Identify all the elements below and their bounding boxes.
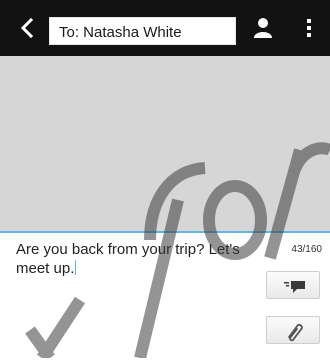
message-text: Are you back from your trip? Let's meet … — [16, 241, 240, 277]
send-button[interactable] — [266, 271, 320, 299]
send-message-icon — [284, 281, 305, 293]
conversation-area — [0, 56, 330, 231]
attach-button[interactable] — [266, 316, 320, 344]
top-bar: To: Natasha White — [0, 0, 330, 56]
paperclip-icon — [288, 323, 303, 342]
text-cursor — [75, 260, 77, 275]
recipient-text: To: Natasha White — [59, 24, 182, 41]
person-icon[interactable] — [250, 15, 276, 41]
back-arrow-icon[interactable] — [14, 14, 42, 42]
message-input[interactable]: Are you back from your trip? Let's meet … — [16, 240, 266, 278]
character-counter: 43/160 — [291, 244, 322, 255]
overflow-menu-icon[interactable] — [299, 15, 319, 41]
recipient-field[interactable]: To: Natasha White — [49, 17, 236, 45]
compose-area[interactable]: Are you back from your trip? Let's meet … — [0, 231, 330, 360]
